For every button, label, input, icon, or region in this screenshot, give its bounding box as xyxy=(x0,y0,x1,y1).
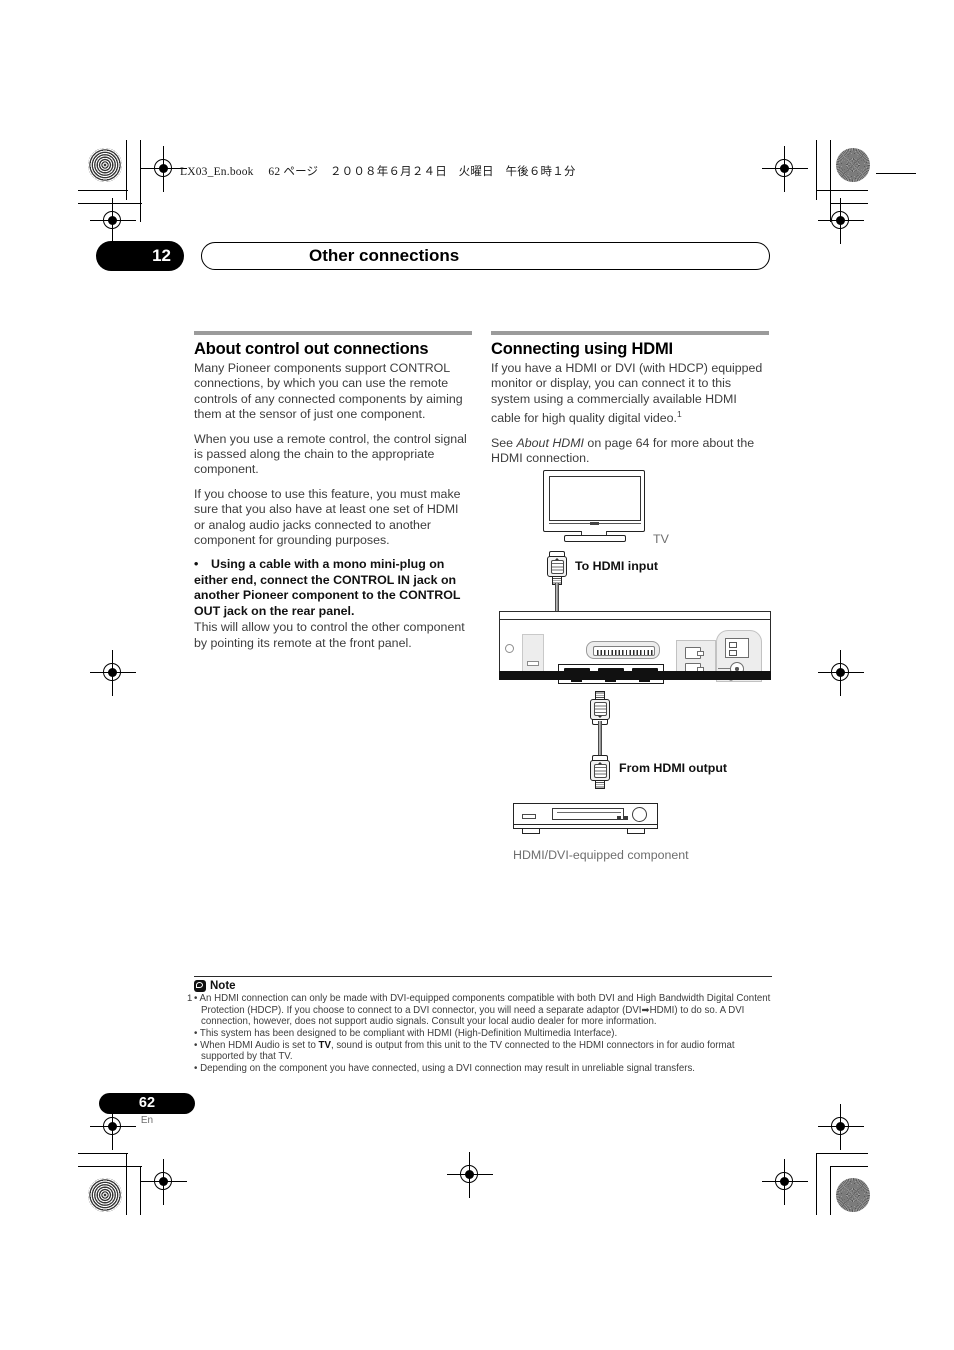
deck-foot-right xyxy=(627,828,645,834)
label-to-hdmi-input: To HDMI input xyxy=(575,559,659,573)
note-title: Note xyxy=(210,980,236,993)
note-item-3-bold: TV xyxy=(318,1039,331,1051)
cross-reference-title: About HDMI xyxy=(516,435,584,450)
left-paragraph-3: If you choose to use this feature, you m… xyxy=(194,486,461,548)
page-footer: 62 En xyxy=(99,1093,195,1126)
rear-panel-body xyxy=(499,619,771,684)
scart-pins xyxy=(597,649,653,655)
deck-button-1 xyxy=(617,816,621,820)
component-deck-illustration xyxy=(513,803,658,835)
halftone-target-bottom-left xyxy=(88,1178,122,1212)
heading-rule-left xyxy=(194,331,472,335)
registration-mark-bottom-right xyxy=(762,1159,808,1205)
note-item-1: • An HDMI connection can only be made wi… xyxy=(194,993,771,1028)
left-paragraph-1: Many Pioneer components support CONTROL … xyxy=(194,361,463,422)
deck-foot-left xyxy=(522,828,540,834)
deck-disc-tray xyxy=(552,808,624,820)
halftone-target-top-left xyxy=(88,148,122,182)
chapter-title: Other connections xyxy=(309,246,460,265)
chapter-number: 12 xyxy=(96,241,184,271)
note-item-2: • This system has been designed to be co… xyxy=(194,1027,618,1039)
note-item-3-prefix: • When HDMI Audio is set to xyxy=(194,1039,319,1051)
registration-mark-left-middle xyxy=(90,650,136,696)
hdmi-connection-diagram: TV To HDMI input From HDMI output HDMI/D… xyxy=(491,463,781,873)
right-paragraph-1: If you have a HDMI or DVI (with HDCP) eq… xyxy=(491,361,769,427)
tv-screen xyxy=(549,476,641,521)
hdmi-plug-to-component xyxy=(590,755,610,789)
left-bullet-bold-text: Using a cable with a mono mini-plug on e… xyxy=(194,557,461,618)
right-column-heading: Connecting using HDMI xyxy=(491,340,673,358)
hdmi-plug-ridges xyxy=(550,560,564,574)
hdmi-plug-ridges xyxy=(593,702,607,716)
registration-mark-bottom-left xyxy=(141,1159,187,1205)
tv-label: TV xyxy=(653,532,669,546)
note-icon xyxy=(194,980,206,993)
registration-mark-top-left xyxy=(141,146,187,192)
rear-panel-slot xyxy=(527,661,539,666)
halftone-target-top-right xyxy=(836,148,870,182)
scart-inner xyxy=(593,646,655,656)
rear-panel-left-plate xyxy=(522,634,544,676)
left-bullet-follow-text: This will allow you to control the other… xyxy=(194,620,465,650)
page-canvas: LX03_En.book 62 ページ ２００８年６月２４日 火曜日 午後６時１… xyxy=(0,0,954,1350)
registration-mark-right-middle xyxy=(818,650,864,696)
left-column: About control out connections Many Pione… xyxy=(194,331,472,651)
deck-button-2 xyxy=(624,816,628,820)
right-paragraph-1-text: If you have a HDMI or DVI (with HDCP) eq… xyxy=(491,361,763,426)
note-footnote-marker: 1 xyxy=(187,993,193,1005)
registration-mark-bottom-center xyxy=(447,1152,493,1198)
registration-mark-right-upper xyxy=(818,198,864,244)
note-item-3: • When HDMI Audio is set to TV, sound is… xyxy=(194,1040,772,1063)
deck-knob xyxy=(632,807,647,822)
book-header-line: LX03_En.book 62 ページ ２００８年６月２４日 火曜日 午後６時１… xyxy=(180,166,576,178)
footnote-ref-1: 1 xyxy=(676,409,682,420)
left-column-heading: About control out connections xyxy=(194,340,429,358)
deck-buttons xyxy=(617,816,629,820)
note-divider xyxy=(194,976,772,978)
scart-connector xyxy=(586,641,660,659)
hdmi-plug-to-tv xyxy=(547,551,567,585)
note-block: Note 1 • An HDMI connection can only be … xyxy=(187,976,772,1074)
note-items: 1 • An HDMI connection can only be made … xyxy=(187,993,772,1074)
tv-illustration xyxy=(543,470,645,544)
registration-mark-right-lower xyxy=(818,1104,864,1150)
trim-line-right-top xyxy=(876,173,916,175)
left-paragraph-2: When you use a remote control, the contr… xyxy=(194,431,467,477)
see-prefix: See xyxy=(491,435,517,450)
registration-mark-top-right xyxy=(762,146,808,192)
chapter-title-box xyxy=(201,242,770,270)
label-from-hdmi-output: From HDMI output xyxy=(619,761,728,775)
hdmi-plug-receiver-out xyxy=(590,691,610,725)
speaker-terminal-pair xyxy=(725,638,749,658)
deck-display xyxy=(522,814,536,819)
heading-rule-right xyxy=(491,331,769,335)
registration-mark-left-upper xyxy=(90,198,136,244)
page-number: 62 xyxy=(99,1093,195,1114)
hdmi-plug-ridges xyxy=(593,764,607,778)
right-paragraph-2: See About HDMI on page 64 for more about… xyxy=(491,436,769,467)
note-header: Note xyxy=(194,980,772,993)
page-language: En xyxy=(140,1115,154,1126)
rear-panel-round-jack xyxy=(505,644,514,653)
deck-tray-line xyxy=(557,812,621,814)
tv-stand-base xyxy=(564,535,626,542)
antenna-jack-1 xyxy=(685,647,704,659)
right-column: Connecting using HDMI If you have a HDMI… xyxy=(491,331,769,467)
terminal-1 xyxy=(728,641,737,648)
receiver-rear-panel xyxy=(499,611,771,686)
tv-indicator-led xyxy=(590,521,599,525)
halftone-target-bottom-right xyxy=(836,1178,870,1212)
bullet-dot: • xyxy=(194,557,199,572)
hdmi-plug-boot xyxy=(595,780,605,789)
terminal-2 xyxy=(728,649,737,656)
deck-front-panel xyxy=(513,803,658,825)
label-component: HDMI/DVI-equipped component xyxy=(513,848,689,862)
tv-bezel xyxy=(543,470,645,532)
hdmi-cable-lower xyxy=(598,721,602,759)
note-item-4: • Depending on the component you have co… xyxy=(194,1062,695,1074)
hdmi-plug-boot xyxy=(595,691,605,700)
rear-panel-bottom-bar xyxy=(499,671,771,680)
left-bullet-bold: • Using a cable with a mono mini-plug on … xyxy=(194,557,472,619)
coax-lead xyxy=(718,668,730,670)
